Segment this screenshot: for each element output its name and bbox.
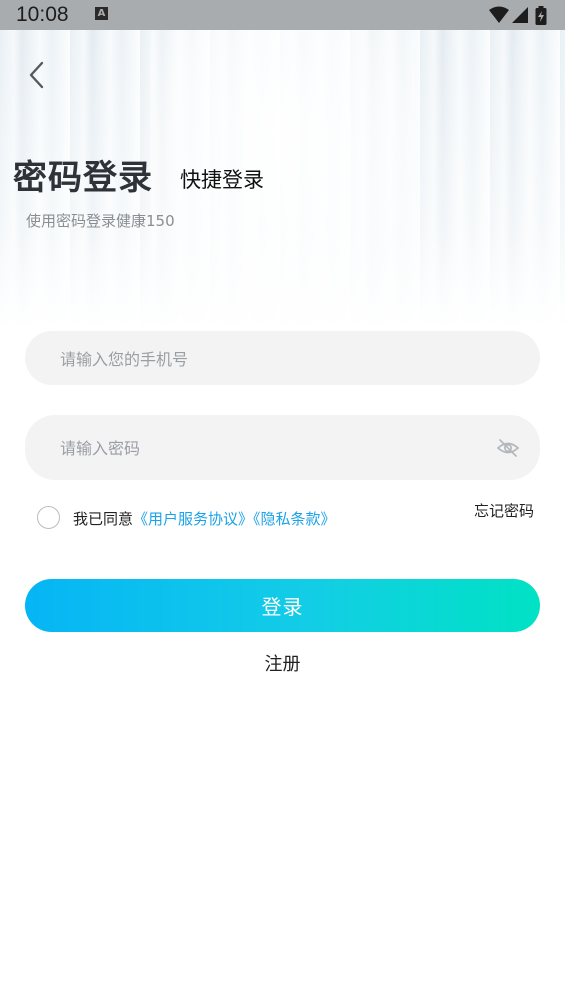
- terms-of-service-link[interactable]: 《用户服务协议》: [133, 510, 253, 528]
- phone-input[interactable]: [58, 331, 482, 387]
- tab-quick-login[interactable]: 快捷登录: [180, 164, 264, 194]
- status-time: 10:08: [16, 3, 69, 26]
- wifi-icon: [489, 6, 509, 23]
- register-link[interactable]: 注册: [0, 650, 565, 676]
- page-subtitle: 使用密码登录健康150: [26, 212, 175, 230]
- notification-icon: A: [95, 7, 108, 20]
- battery-charging-icon: [535, 6, 547, 25]
- agreement-prefix: 我已同意: [73, 510, 134, 528]
- status-icons: [489, 6, 549, 25]
- signal-icon: [512, 7, 528, 23]
- password-field: [25, 415, 540, 482]
- login-button[interactable]: 登录: [25, 579, 540, 632]
- eye-off-icon[interactable]: [496, 436, 520, 460]
- status-bar: 10:08 A: [0, 0, 565, 30]
- agreement-checkbox[interactable]: [37, 506, 60, 529]
- chevron-left-icon: [29, 61, 44, 89]
- forgot-password-link[interactable]: 忘记密码: [474, 500, 534, 521]
- privacy-policy-link[interactable]: 《隐私条款》: [253, 510, 336, 528]
- password-input[interactable]: [58, 415, 482, 482]
- phone-field: [25, 331, 540, 387]
- back-button[interactable]: [22, 56, 56, 94]
- agreement-text: 我已同意《用户服务协议》《隐私条款》: [73, 508, 336, 529]
- tab-password-login[interactable]: 密码登录: [13, 150, 153, 199]
